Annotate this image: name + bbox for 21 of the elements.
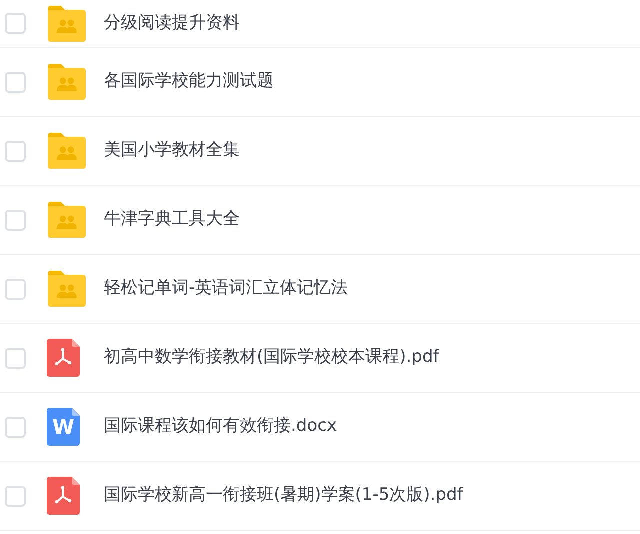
checkbox[interactable] xyxy=(5,486,26,506)
file-name[interactable]: 轻松记单词-英语词汇立体记忆法 xyxy=(104,276,348,302)
folder-icon xyxy=(46,270,87,308)
checkbox[interactable] xyxy=(5,416,26,438)
file-name[interactable]: 牛津字典工具大全 xyxy=(104,207,240,233)
checkbox[interactable] xyxy=(5,278,26,300)
file-name[interactable]: 各国际学校能力测试题 xyxy=(104,69,274,95)
file-name[interactable]: 美国小学教材全集 xyxy=(104,138,240,164)
folder-icon xyxy=(46,201,87,239)
checkbox[interactable] xyxy=(5,72,26,92)
folder-icon xyxy=(46,132,87,170)
folder-icon xyxy=(46,63,87,101)
folder-icon xyxy=(46,4,87,42)
checkbox[interactable] xyxy=(5,140,26,162)
checkbox[interactable] xyxy=(5,348,26,368)
file-name[interactable]: 国际课程该如何有效衔接.docx xyxy=(104,414,338,440)
file-name[interactable]: 国际学校新高一衔接班(暑期)学案(1-5次版).pdf xyxy=(104,483,464,509)
file-name[interactable]: 初高中数学衔接教材(国际学校校本课程).pdf xyxy=(104,345,440,371)
file-name[interactable]: 分级阅读提升资料 xyxy=(104,10,240,36)
checkbox[interactable] xyxy=(5,13,26,34)
checkbox[interactable] xyxy=(5,210,26,230)
